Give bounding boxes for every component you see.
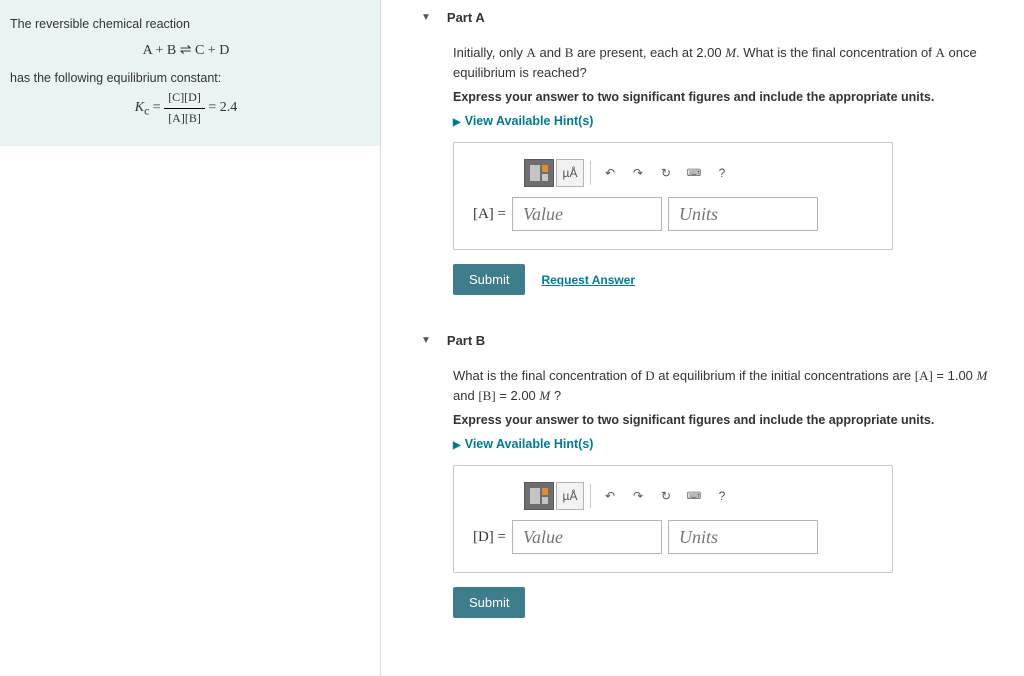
part-b-hints-link[interactable]: ▶View Available Hint(s) — [453, 437, 1004, 451]
part-a-submit-button[interactable]: Submit — [453, 264, 525, 295]
part-b-instruction: Express your answer to two significant f… — [453, 413, 1004, 427]
part-b-value-input[interactable] — [512, 520, 662, 554]
part-b-header[interactable]: ▼ Part B — [421, 333, 1004, 348]
template-icon — [529, 164, 549, 182]
part-b-toolbar: µÅ ↶ ↷ ↻ ⌨ ? — [524, 482, 878, 510]
redo-icon: ↷ — [633, 489, 643, 503]
keyboard-button[interactable]: ⌨ — [681, 482, 707, 510]
part-a-answer-box: µÅ ↶ ↷ ↻ ⌨ ? [A] = — [453, 142, 893, 250]
undo-icon: ↶ — [605, 489, 615, 503]
redo-button[interactable]: ↷ — [625, 482, 651, 510]
undo-button[interactable]: ↶ — [597, 482, 623, 510]
part-b-title: Part B — [447, 333, 485, 348]
units-button[interactable]: µÅ — [556, 482, 584, 510]
part-a-instruction: Express your answer to two significant f… — [453, 90, 1004, 104]
part-a-body: Initially, only A and B are present, eac… — [421, 43, 1004, 295]
intro-line-2: has the following equilibrium constant: — [10, 68, 362, 88]
redo-button[interactable]: ↷ — [625, 159, 651, 187]
template-button[interactable] — [524, 482, 554, 510]
part-a-title: Part A — [447, 10, 485, 25]
reset-button[interactable]: ↻ — [653, 159, 679, 187]
part-a-variable-label: [A] = — [468, 206, 506, 223]
part-a-header[interactable]: ▼ Part A — [421, 10, 1004, 25]
units-button[interactable]: µÅ — [556, 159, 584, 187]
part-b-body: What is the final concentration of D at … — [421, 366, 1004, 618]
reset-icon: ↻ — [661, 166, 671, 180]
part-b-units-input[interactable] — [668, 520, 818, 554]
help-button[interactable]: ? — [709, 482, 735, 510]
part-b-answer-box: µÅ ↶ ↷ ↻ ⌨ ? [D] = — [453, 465, 893, 573]
template-button[interactable] — [524, 159, 554, 187]
part-a-request-answer-link[interactable]: Request Answer — [541, 273, 635, 287]
part-b-submit-button[interactable]: Submit — [453, 587, 525, 618]
keyboard-icon: ⌨ — [687, 168, 701, 179]
kc-expression: Kc = [C][D] [A][B] = 2.4 — [10, 88, 362, 127]
triangle-right-icon: ▶ — [453, 117, 461, 128]
undo-button[interactable]: ↶ — [597, 159, 623, 187]
keyboard-button[interactable]: ⌨ — [681, 159, 707, 187]
template-icon — [529, 487, 549, 505]
reaction-equation: A + B ⇌ C + D — [10, 40, 362, 62]
caret-down-icon: ▼ — [421, 335, 431, 346]
part-a-prompt: Initially, only A and B are present, eac… — [453, 43, 1004, 82]
help-button[interactable]: ? — [709, 159, 735, 187]
intro-line-1: The reversible chemical reaction — [10, 14, 362, 34]
part-a-hints-link[interactable]: ▶View Available Hint(s) — [453, 114, 1004, 128]
redo-icon: ↷ — [633, 166, 643, 180]
part-a-units-input[interactable] — [668, 197, 818, 231]
undo-icon: ↶ — [605, 166, 615, 180]
keyboard-icon: ⌨ — [687, 491, 701, 502]
reset-icon: ↻ — [661, 489, 671, 503]
reset-button[interactable]: ↻ — [653, 482, 679, 510]
caret-down-icon: ▼ — [421, 12, 431, 23]
triangle-right-icon: ▶ — [453, 440, 461, 451]
part-a-toolbar: µÅ ↶ ↷ ↻ ⌨ ? — [524, 159, 878, 187]
problem-statement-panel: The reversible chemical reaction A + B ⇌… — [0, 0, 380, 676]
part-b-prompt: What is the final concentration of D at … — [453, 366, 1004, 405]
part-a-value-input[interactable] — [512, 197, 662, 231]
part-b-variable-label: [D] = — [468, 529, 506, 546]
